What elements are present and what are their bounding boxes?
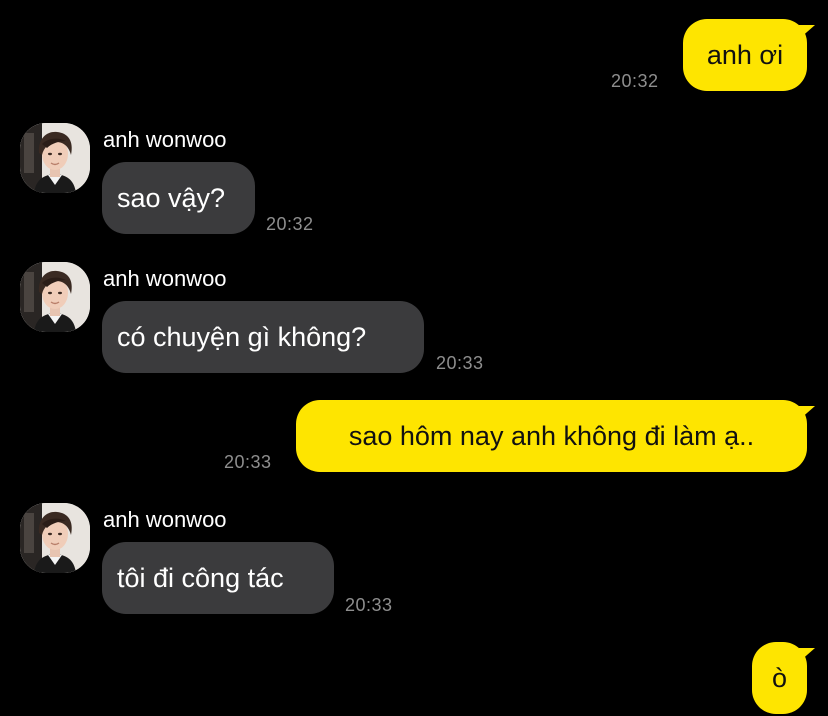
message-timestamp: 20:33 bbox=[436, 353, 484, 373]
incoming-message-bubble[interactable]: sao vậy? bbox=[102, 162, 255, 234]
sender-name: anh wonwoo bbox=[103, 266, 227, 291]
chat-thread: 20:32 anh ơi anh wonwoo sao vậy? 20:32 a… bbox=[0, 0, 828, 716]
bubble-tail bbox=[799, 25, 815, 39]
profile-photo-icon bbox=[20, 503, 90, 573]
message-timestamp: 20:33 bbox=[224, 452, 272, 472]
bubble-tail bbox=[799, 406, 815, 420]
outgoing-message-bubble[interactable]: anh ơi bbox=[683, 19, 807, 91]
sender-avatar[interactable] bbox=[20, 123, 90, 193]
message-text: sao hôm nay anh không đi làm ạ.. bbox=[348, 421, 755, 451]
outgoing-message-bubble[interactable]: sao hôm nay anh không đi làm ạ.. bbox=[296, 400, 807, 472]
profile-photo-icon bbox=[20, 262, 90, 332]
sender-name: anh wonwoo bbox=[103, 127, 227, 152]
sender-name: anh wonwoo bbox=[103, 507, 227, 532]
message-text: anh ơi bbox=[706, 40, 784, 70]
incoming-message-bubble[interactable]: có chuyện gì không? bbox=[102, 301, 424, 373]
message-text: tôi đi công tác bbox=[117, 563, 284, 593]
incoming-message-bubble[interactable]: tôi đi công tác bbox=[102, 542, 334, 614]
sender-avatar[interactable] bbox=[20, 262, 90, 332]
sender-avatar[interactable] bbox=[20, 503, 90, 573]
message-text: ò bbox=[771, 663, 788, 693]
message-timestamp: 20:32 bbox=[266, 214, 314, 234]
profile-photo-icon bbox=[20, 123, 90, 193]
message-text: sao vậy? bbox=[117, 183, 226, 213]
message-timestamp: 20:33 bbox=[345, 595, 393, 615]
message-text: có chuyện gì không? bbox=[117, 322, 367, 352]
bubble-tail bbox=[799, 648, 815, 662]
message-timestamp: 20:32 bbox=[611, 71, 659, 91]
